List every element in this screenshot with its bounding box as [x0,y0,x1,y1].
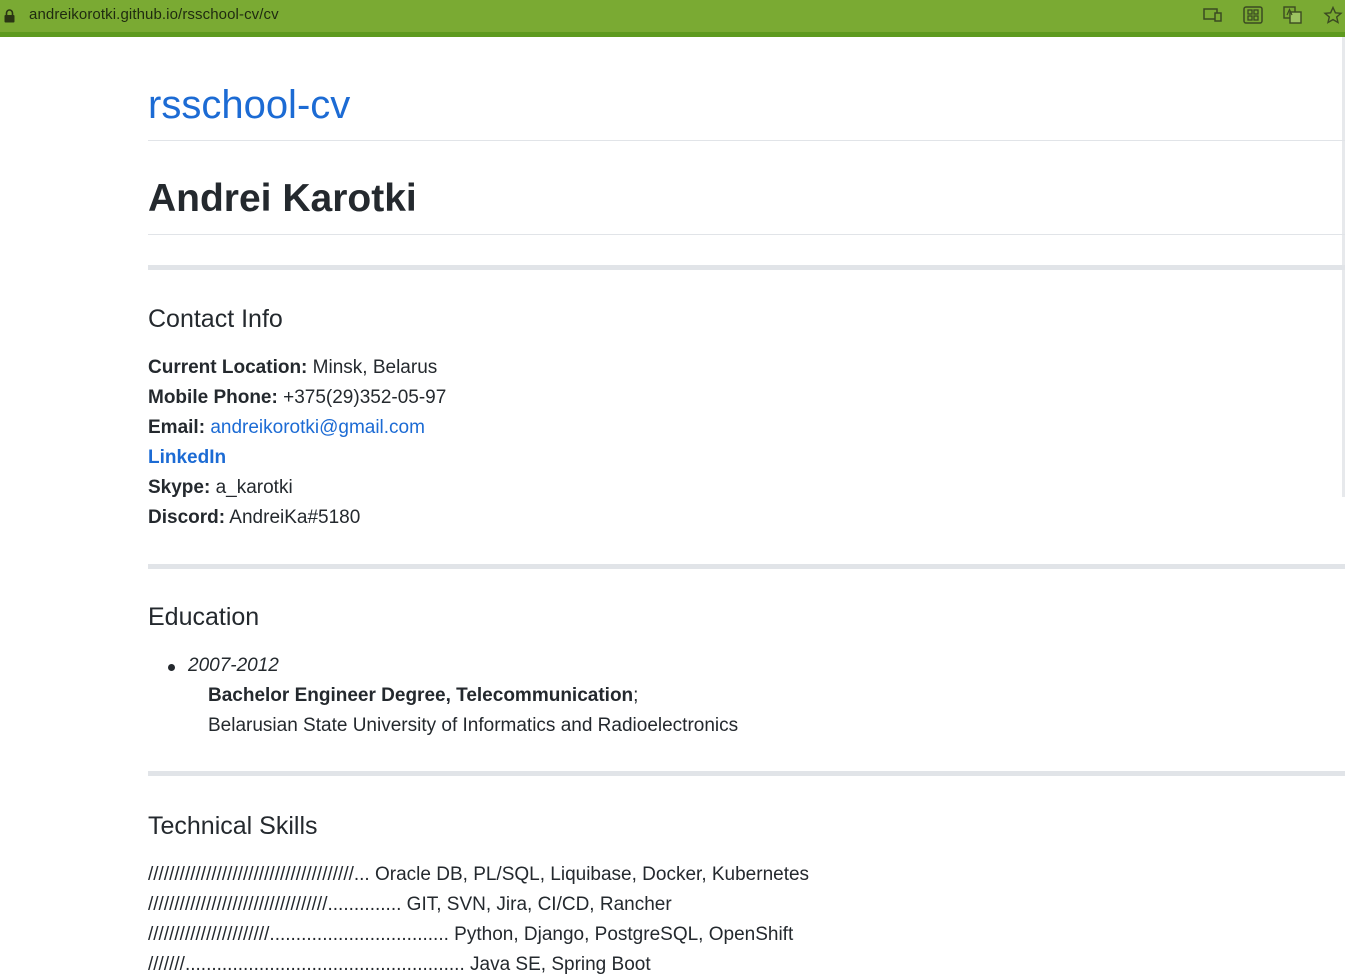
list-item: 2007-2012 Bachelor Engineer Degree, Tele… [168,651,1345,741]
section-divider [148,564,1345,569]
contact-heading: Contact Info [148,305,283,333]
section-divider [148,771,1345,776]
apps-icon[interactable] [1242,5,1264,25]
education-list: 2007-2012 Bachelor Engineer Degree, Tele… [148,651,1345,741]
skype-value: a_karotki [210,477,293,498]
phone-value: +375(29)352-05-97 [277,387,447,408]
skill-text: Python, Django, PostgreSQL, OpenShift [448,924,794,945]
address-url[interactable]: andreikorotki.github.io/rsschool-cv/cv [29,6,279,23]
skill-level-bar: ///////.................................… [148,954,465,975]
education-years: 2007-2012 [188,655,279,676]
contact-discord: Discord: AndreiKa#5180 [148,503,1345,533]
skill-level-bar: //////////////////////////////////......… [148,894,402,915]
contact-phone: Mobile Phone: +375(29)352-05-97 [148,383,1345,413]
contact-location: Current Location: Minsk, Belarus [148,353,1345,383]
contact-info-block: Current Location: Minsk, Belarus Mobile … [148,353,1345,533]
email-link[interactable]: andreikorotki@gmail.com [210,417,425,438]
discord-value: AndreiKa#5180 [225,507,361,528]
section-divider [148,265,1345,270]
skill-row: //////////////////////////////////......… [148,890,1345,920]
contact-email: Email: andreikorotki@gmail.com [148,413,1345,443]
bullet-icon [168,664,175,671]
skill-row: ///////.................................… [148,950,1345,980]
education-institution: Belarusian State University of Informati… [208,715,739,736]
skills-list: ///////////////////////////////////////.… [148,860,1345,980]
contact-skype: Skype: a_karotki [148,473,1345,503]
skill-level-bar: ///////////////////////////////////////.… [148,864,370,885]
location-label: Current Location: [148,357,308,378]
cast-icon[interactable] [1202,5,1224,25]
contact-linkedin: LinkedIn [148,443,1345,473]
email-label: Email: [148,417,206,438]
education-heading: Education [148,603,260,631]
skill-text: GIT, SVN, Jira, CI/CD, Rancher [401,894,672,915]
browser-address-bar: andreikorotki.github.io/rsschool-cv/cv [0,0,1345,37]
skills-heading: Technical Skills [148,812,318,840]
skill-text: Oracle DB, PL/SQL, Liquibase, Docker, Ku… [369,864,810,885]
skill-text: Java SE, Spring Boot [464,954,651,975]
skill-row: ///////////////////////////////////////.… [148,860,1345,890]
phone-label: Mobile Phone: [148,387,278,408]
skype-label: Skype: [148,477,211,498]
location-value: Minsk, Belarus [307,357,438,378]
skill-row: ///////////////////////.................… [148,920,1345,950]
education-degree: Bachelor Engineer Degree, Telecommunicat… [208,685,634,706]
education-degree-line: Bachelor Engineer Degree, Telecommunicat… [188,681,1345,711]
site-title-link[interactable]: rsschool-cv [148,37,1345,141]
education-degree-suffix: ; [633,685,639,706]
translate-icon[interactable] [1282,5,1304,25]
linkedin-link[interactable]: LinkedIn [148,447,226,468]
skill-level-bar: ///////////////////////.................… [148,924,449,945]
page-title: Andrei Karotki [148,141,1345,235]
discord-label: Discord: [148,507,226,528]
lock-icon[interactable] [4,8,15,23]
cv-content: rsschool-cv Andrei Karotki Contact Info … [148,37,1345,980]
star-icon[interactable] [1322,5,1344,25]
